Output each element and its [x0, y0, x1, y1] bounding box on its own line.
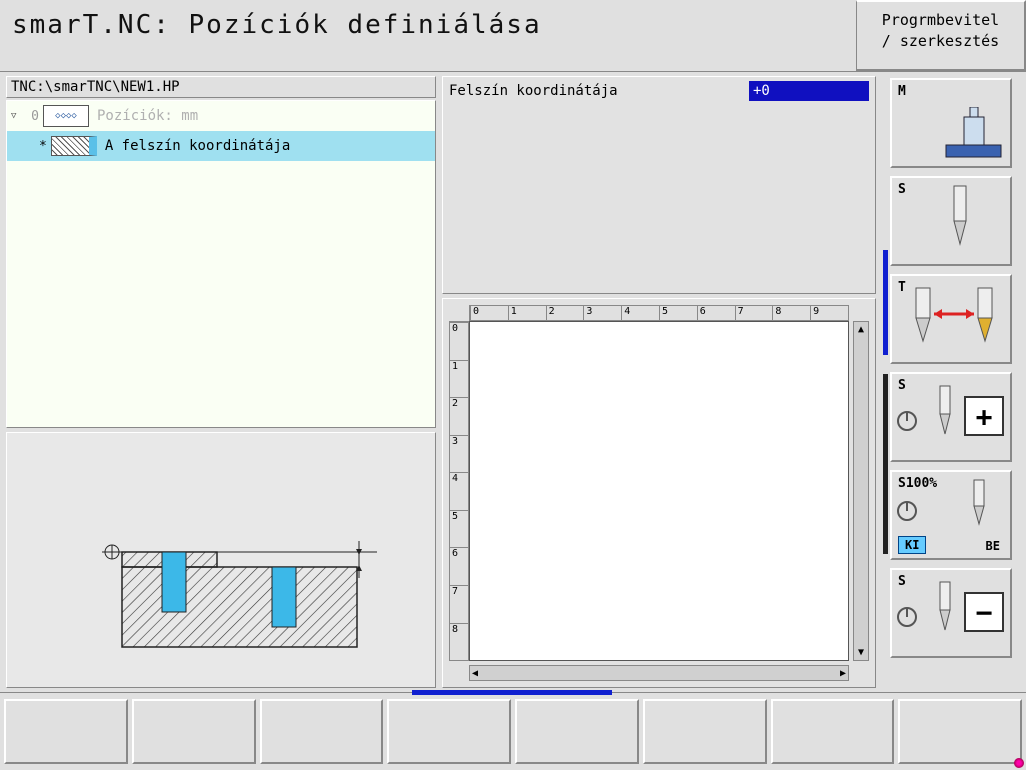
side-button-s2-label: S — [898, 378, 906, 393]
param-label-surface: Felszín koordinátája — [449, 83, 741, 99]
graphic-canvas-panel: 0 1 2 3 4 5 6 7 8 9 0 1 2 3 4 5 6 7 8 — [442, 298, 876, 688]
softkey-1[interactable] — [4, 699, 128, 764]
tree-index: 0 — [25, 109, 39, 124]
dial-icon — [896, 606, 918, 628]
tree-root-label: Pozíciók: mm — [97, 108, 198, 124]
tree-root[interactable]: ▽ 0 ◇◇◇◇ Pozíciók: mm — [7, 101, 435, 131]
mode-line1: Progrmbevitel — [865, 10, 1016, 31]
scroll-up-icon[interactable]: ▲ — [858, 324, 864, 335]
softkey-accent — [412, 690, 612, 695]
scrollbar-horizontal[interactable]: ◀▶ — [469, 665, 849, 681]
tool-small-icon — [966, 478, 992, 533]
dial-icon — [896, 410, 918, 432]
scroll-right-icon[interactable]: ▶ — [840, 668, 846, 679]
softkey-2[interactable] — [132, 699, 256, 764]
softkey-3[interactable] — [260, 699, 384, 764]
softkey-bar — [0, 692, 1026, 770]
minus-icon: − — [964, 592, 1004, 632]
plus-icon: + — [964, 396, 1004, 436]
side-button-m[interactable]: M — [890, 78, 1012, 168]
tool-small-icon — [932, 384, 958, 444]
file-path: TNC:\smarTNC\NEW1.HP — [6, 76, 436, 98]
page-title: smarT.NC: Pozíciók definiálása — [0, 0, 856, 71]
side-button-s-label: S — [898, 182, 906, 197]
scroll-down-icon[interactable]: ▼ — [858, 647, 864, 658]
dial-icon — [896, 500, 918, 522]
softkey-8[interactable] — [898, 699, 1022, 764]
machine-icon — [936, 107, 1006, 162]
side-button-s-minus[interactable]: S − — [890, 568, 1012, 658]
tree-item-surface-coord[interactable]: * A felszín koordinátája — [7, 131, 435, 161]
side-button-t[interactable]: T — [890, 274, 1012, 364]
tool-small-icon — [932, 580, 958, 640]
side-button-m-label: M — [898, 84, 906, 99]
side-button-s100[interactable]: S100% KI BE — [890, 470, 1012, 560]
tree-item-label: A felszín koordinátája — [105, 138, 290, 154]
be-label: BE — [982, 538, 1004, 554]
softkey-6[interactable] — [643, 699, 767, 764]
scrollbar-vertical[interactable]: ▲▼ — [853, 321, 869, 661]
tool-swap-icon — [898, 286, 1008, 356]
side-button-s-tool[interactable]: S — [890, 176, 1012, 266]
ruler-horizontal: 0 1 2 3 4 5 6 7 8 9 — [469, 305, 849, 321]
positions-icon: ◇◇◇◇ — [43, 105, 89, 127]
tree-panel[interactable]: ▽ 0 ◇◇◇◇ Pozíciók: mm * A felszín koordi… — [6, 100, 436, 428]
diagram-svg — [7, 433, 437, 683]
drawing-canvas[interactable] — [469, 321, 849, 661]
help-diagram — [6, 432, 436, 688]
mode-button[interactable]: Progrmbevitel / szerkesztés — [856, 0, 1026, 71]
surface-icon — [51, 136, 97, 156]
softkey-7[interactable] — [771, 699, 895, 764]
surface-coord-input[interactable] — [749, 81, 869, 101]
scroll-left-icon[interactable]: ◀ — [472, 668, 478, 679]
expand-icon[interactable]: ▽ — [11, 111, 21, 121]
tool-icon — [940, 184, 980, 254]
side-button-s100-label: S100% — [898, 476, 937, 491]
side-accent — [880, 72, 888, 692]
ki-badge: KI — [898, 536, 926, 554]
ruler-vertical: 0 1 2 3 4 5 6 7 8 — [449, 321, 469, 661]
side-button-s3-label: S — [898, 574, 906, 589]
parameter-panel: Felszín koordinátája — [442, 76, 876, 294]
tree-item-marker: * — [39, 139, 47, 154]
softkey-5[interactable] — [515, 699, 639, 764]
corner-indicator-icon — [1014, 758, 1024, 768]
side-button-s-plus[interactable]: S + — [890, 372, 1012, 462]
softkey-4[interactable] — [387, 699, 511, 764]
mode-line2: / szerkesztés — [865, 31, 1016, 52]
